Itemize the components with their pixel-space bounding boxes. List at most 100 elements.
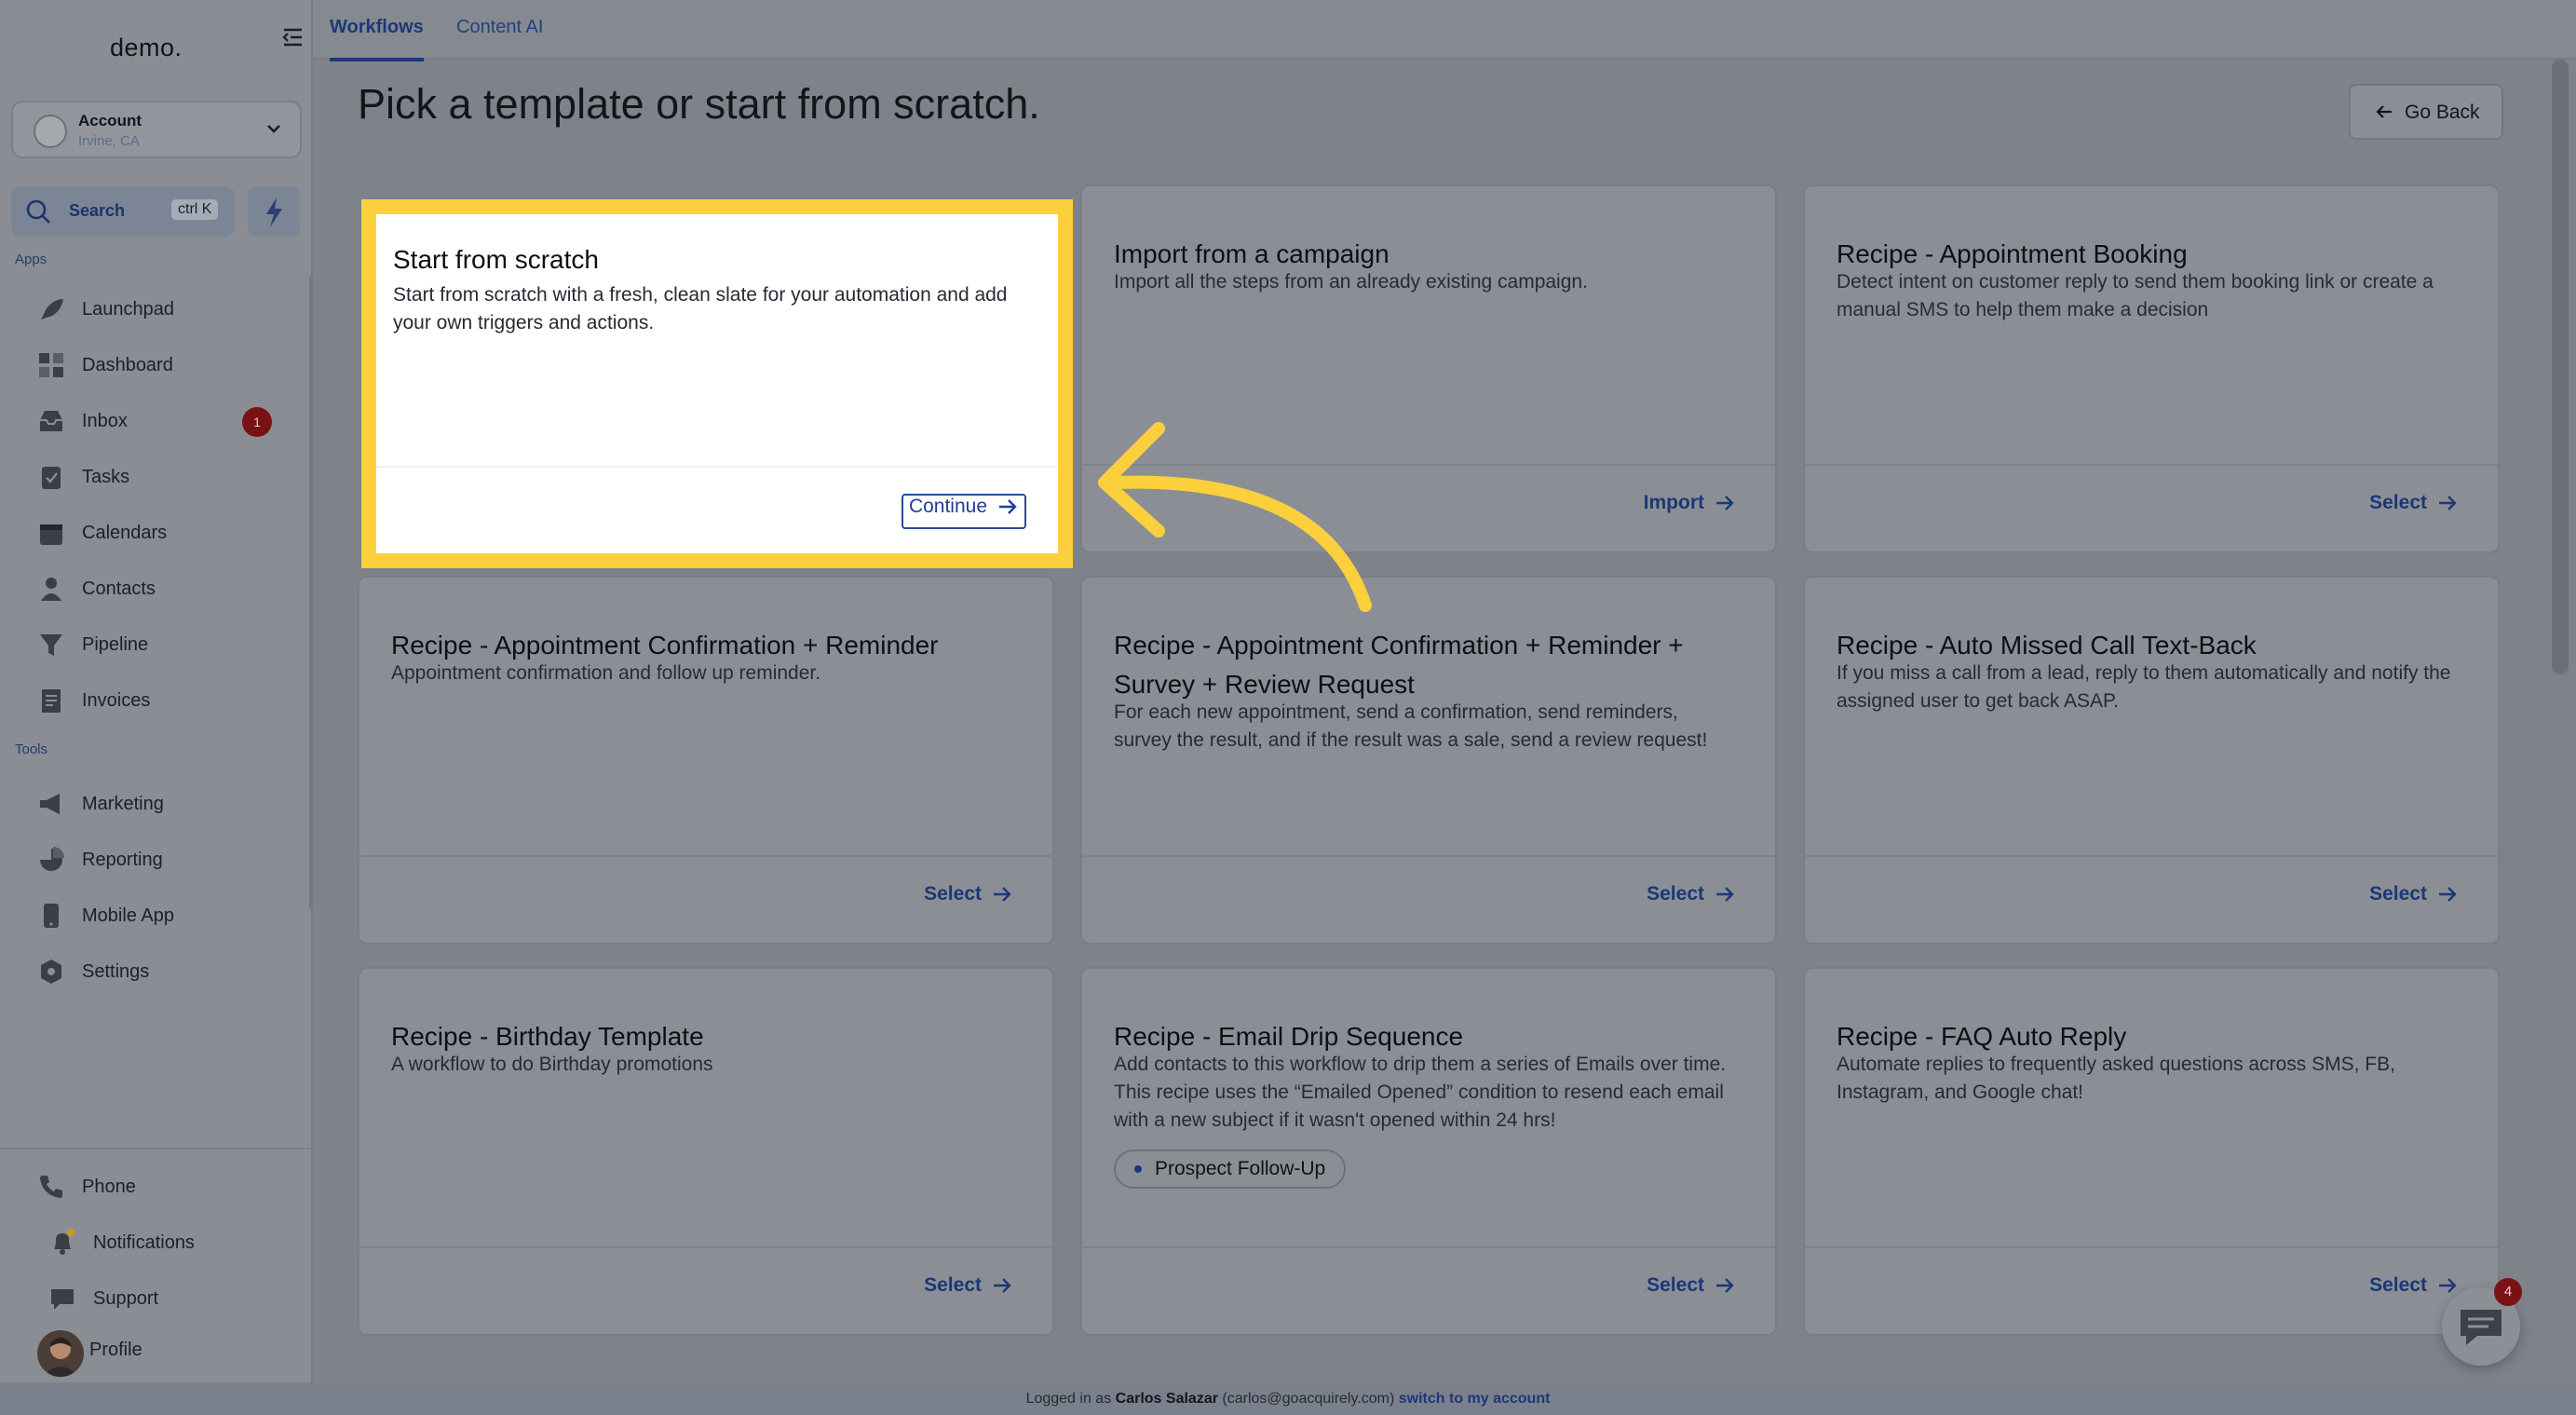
- sidebar-item-label: Pipeline: [82, 634, 149, 655]
- tag-label: Prospect Follow-Up: [1155, 1158, 1326, 1179]
- template-card-email-drip[interactable]: Recipe - Email Drip Sequence Add contact…: [1080, 967, 1777, 1336]
- sidebar-item-dashboard[interactable]: Dashboard: [37, 346, 289, 383]
- select-label: Select: [2369, 883, 2427, 905]
- sidebar-item-inbox[interactable]: Inbox 1: [37, 401, 289, 439]
- go-back-button[interactable]: Go Back: [2349, 84, 2503, 140]
- card-description: Appointment confirmation and follow up r…: [391, 662, 821, 684]
- card-description: For each new appointment, send a confirm…: [1114, 701, 1708, 751]
- template-card-missed-call-textback[interactable]: Recipe - Auto Missed Call Text-Back If y…: [1803, 576, 2500, 945]
- select-label: Select: [2369, 492, 2427, 513]
- template-card-start-from-scratch[interactable]: Start from scratch Start from scratch wi…: [361, 199, 1073, 568]
- card-footer: Select: [1805, 855, 2498, 943]
- sidebar-item-label: Invoices: [82, 690, 151, 711]
- footer-user: Carlos Salazar: [1115, 1391, 1218, 1407]
- template-card-appointment-confirmation[interactable]: Recipe - Appointment Confirmation + Remi…: [358, 576, 1054, 945]
- annotation-arrow-icon: [1098, 422, 1372, 612]
- template-card-appointment-booking[interactable]: Recipe - Appointment Booking Detect inte…: [1803, 184, 2500, 553]
- select-button[interactable]: Select: [924, 883, 1013, 915]
- sidebar-item-tasks[interactable]: Tasks: [37, 457, 289, 495]
- gear-icon: [41, 959, 61, 984]
- sidebar-item-notifications[interactable]: Notifications: [37, 1223, 289, 1260]
- sidebar-item-profile[interactable]: Profile: [89, 1330, 341, 1367]
- sidebar-item-marketing[interactable]: Marketing: [37, 784, 289, 822]
- tools-section-label: Tools: [15, 742, 48, 757]
- search-shortcut: ctrl K: [171, 199, 219, 220]
- profile-avatar[interactable]: [37, 1330, 84, 1377]
- sidebar-item-label: Inbox: [82, 411, 128, 431]
- search-button[interactable]: Search ctrl K: [11, 186, 235, 237]
- import-button[interactable]: Import: [1644, 492, 1736, 524]
- tasks-icon: [42, 467, 61, 489]
- sidebar-item-calendars[interactable]: Calendars: [37, 513, 289, 551]
- select-button[interactable]: Select: [924, 1274, 1013, 1306]
- select-button[interactable]: Select: [2369, 492, 2459, 524]
- arrow-right-icon: [1716, 1278, 1734, 1293]
- main-scrollbar[interactable]: [2552, 60, 2569, 674]
- arrow-right-icon: [994, 887, 1011, 902]
- go-back-label: Go Back: [2405, 102, 2480, 123]
- card-footer: Select: [1805, 464, 2498, 551]
- calendar-icon: [40, 524, 62, 545]
- tag-dot: [1134, 1165, 1142, 1174]
- sidebar-item-contacts[interactable]: Contacts: [37, 569, 289, 606]
- card-description: Detect intent on customer reply to send …: [1837, 271, 2434, 320]
- card-footer: Select: [1082, 1246, 1775, 1334]
- sidebar-item-label: Calendars: [82, 523, 168, 543]
- continue-button[interactable]: Continue: [901, 494, 1026, 529]
- card-footer: Select: [1805, 1246, 2498, 1334]
- tab-content-ai[interactable]: Content AI: [456, 0, 543, 58]
- sidebar-item-label: Settings: [82, 961, 150, 982]
- select-label: Select: [1647, 883, 1704, 905]
- sidebar-item-invoices[interactable]: Invoices: [37, 681, 289, 718]
- megaphone-icon: [40, 794, 60, 814]
- top-tab-bar: Workflows Content AI: [313, 0, 2576, 61]
- sidebar-item-label: Launchpad: [82, 299, 174, 320]
- sidebar-divider: [0, 1148, 311, 1150]
- phone-icon: [40, 1176, 62, 1198]
- select-button[interactable]: Select: [1647, 1274, 1736, 1306]
- tab-workflows[interactable]: Workflows: [330, 0, 424, 61]
- avatar-icon: [43, 1338, 78, 1377]
- sidebar-item-settings[interactable]: Settings: [37, 952, 289, 989]
- account-name: Account: [78, 112, 142, 129]
- template-card-birthday[interactable]: Recipe - Birthday Template A workflow to…: [358, 967, 1054, 1336]
- invoice-icon: [42, 689, 61, 713]
- account-switcher[interactable]: Account Irvine, CA: [11, 101, 302, 158]
- bell-icon: [54, 1229, 75, 1255]
- footer-prefix: Logged in as: [1025, 1391, 1112, 1407]
- lightning-icon: [266, 197, 282, 227]
- sidebar: demo. Account Irvine, CA Search ctrl K A…: [0, 0, 313, 1382]
- sidebar-item-support[interactable]: Support: [37, 1279, 289, 1316]
- chat-icon: [51, 1289, 74, 1310]
- page-title: Pick a template or start from scratch.: [358, 80, 1040, 128]
- sidebar-scrollbar[interactable]: [309, 276, 313, 909]
- sidebar-item-label: Mobile App: [82, 905, 174, 926]
- sidebar-item-phone[interactable]: Phone: [37, 1167, 289, 1204]
- switch-account-link[interactable]: switch to my account: [1399, 1391, 1551, 1407]
- tag-pill: Prospect Follow-Up: [1114, 1150, 1347, 1189]
- sidebar-item-label: Support: [93, 1288, 159, 1309]
- sidebar-item-launchpad[interactable]: Launchpad: [37, 290, 289, 327]
- select-button[interactable]: Select: [2369, 883, 2459, 915]
- continue-label: Continue: [908, 496, 987, 517]
- sidebar-item-mobile-app[interactable]: Mobile App: [37, 896, 289, 933]
- sidebar-item-reporting[interactable]: Reporting: [37, 840, 289, 878]
- template-card-faq-auto-reply[interactable]: Recipe - FAQ Auto Reply Automate replies…: [1803, 967, 2500, 1336]
- select-label: Select: [1647, 1274, 1704, 1296]
- sidebar-item-label: Tasks: [82, 467, 130, 487]
- card-footer: Select: [359, 1246, 1052, 1334]
- search-icon: [26, 199, 50, 224]
- quick-actions-button[interactable]: [248, 186, 300, 237]
- collapse-menu-icon[interactable]: [281, 24, 305, 50]
- apps-section-label: Apps: [15, 252, 47, 267]
- arrow-right-icon: [1716, 887, 1734, 902]
- select-button[interactable]: Select: [1647, 883, 1736, 915]
- chevron-down-icon: [267, 125, 280, 133]
- select-label: Select: [2369, 1274, 2427, 1296]
- account-location: Irvine, CA: [78, 133, 140, 149]
- card-footer: Select: [359, 855, 1052, 943]
- sidebar-item-label: Contacts: [82, 578, 156, 599]
- sidebar-item-pipeline[interactable]: Pipeline: [37, 625, 289, 662]
- logo: demo.: [110, 34, 183, 61]
- arrow-right-icon: [999, 499, 1017, 514]
